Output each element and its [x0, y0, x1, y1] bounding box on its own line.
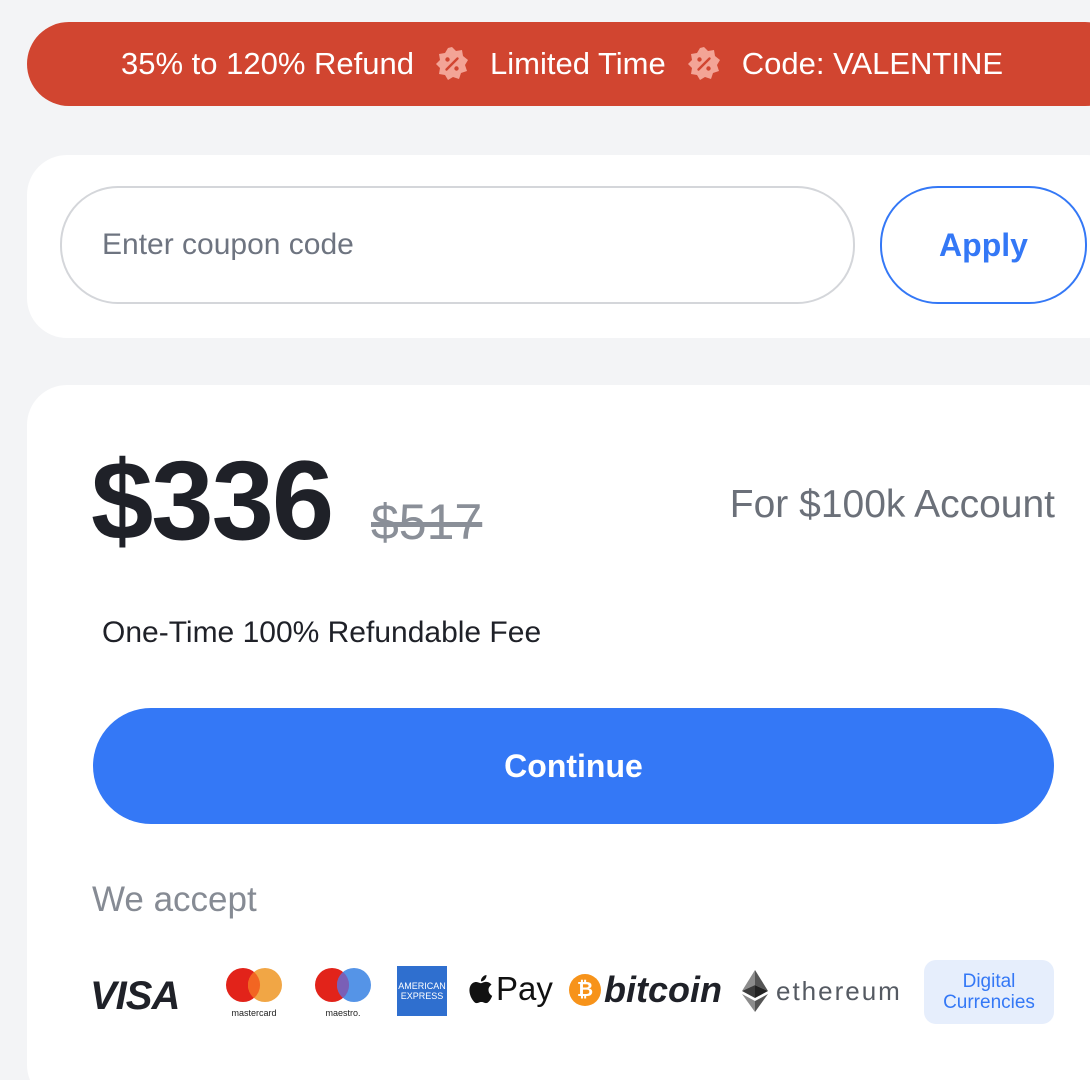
digital-line1: Digital: [962, 971, 1016, 992]
apple-pay-wordmark: Pay: [496, 970, 553, 1007]
promo-content: 35% to 120% Refund Limited Time Code: VA…: [121, 22, 1003, 106]
bitcoin-logo: ₿ bitcoin: [569, 972, 722, 1008]
amex-line2: EXPRESS: [400, 991, 444, 1001]
visa-logo: VISA: [90, 974, 180, 1018]
original-price: $517: [371, 494, 483, 550]
bitcoin-wordmark: bitcoin: [604, 969, 722, 1010]
coupon-code-input[interactable]: [60, 186, 855, 304]
payment-methods: VISA mastercard maestro. AMERICAN EXPRES…: [27, 950, 1090, 1040]
digital-currencies-badge: Digital Currencies: [924, 960, 1054, 1024]
percent-badge-icon: [434, 46, 470, 82]
percent-badge-icon: [686, 46, 722, 82]
checkout-page: 35% to 120% Refund Limited Time Code: VA…: [0, 0, 1090, 1080]
apple-icon: [469, 974, 493, 1003]
digital-line2: Currencies: [943, 992, 1035, 1013]
apply-coupon-button[interactable]: Apply: [880, 186, 1087, 304]
promo-refund-text: 35% to 120% Refund: [121, 46, 414, 81]
amex-line1: AMERICAN: [398, 981, 446, 991]
ethereum-wordmark: ethereum: [776, 976, 902, 1006]
coupon-card: Apply: [27, 155, 1090, 338]
ethereum-icon: [742, 970, 768, 1012]
ethereum-logo: ethereum: [742, 970, 902, 1012]
bitcoin-icon: ₿: [569, 974, 601, 1006]
account-size-label: For $100k Account: [729, 483, 1055, 526]
pricing-card: $336 $517 For $100k Account One-Time 100…: [27, 385, 1090, 1080]
current-price: $336: [91, 438, 334, 563]
mastercard-logo: mastercard: [219, 965, 289, 1021]
mastercard-wordmark: mastercard: [231, 1008, 276, 1018]
american-express-logo: AMERICAN EXPRESS: [397, 966, 447, 1016]
promo-limited-text: Limited Time: [490, 46, 666, 81]
accepted-payments-label: We accept: [92, 880, 257, 919]
continue-button[interactable]: Continue: [93, 708, 1054, 824]
maestro-wordmark: maestro.: [325, 1008, 360, 1018]
promo-banner: 35% to 120% Refund Limited Time Code: VA…: [27, 22, 1090, 106]
apple-pay-logo: Pay: [467, 972, 553, 1005]
promo-code-text: Code: VALENTINE: [741, 46, 1004, 81]
maestro-logo: maestro.: [308, 965, 378, 1021]
fee-description: One-Time 100% Refundable Fee: [102, 616, 542, 649]
